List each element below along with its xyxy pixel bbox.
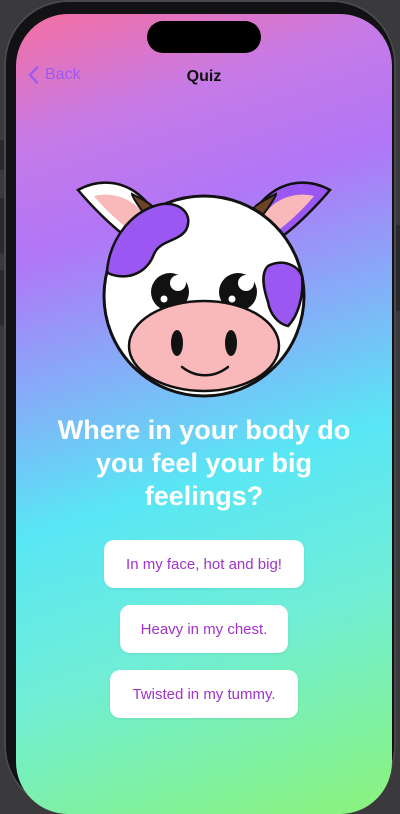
- phone-frame: Back Quiz Where in your body do you feel…: [4, 0, 396, 814]
- phone-device: Back Quiz Where in your body do you feel…: [0, 0, 400, 814]
- answer-button-face[interactable]: In my face, hot and big!: [104, 540, 304, 588]
- dynamic-island: [147, 21, 261, 53]
- cow-illustration: [76, 181, 332, 398]
- answer-button-tummy[interactable]: Twisted in my tummy.: [110, 670, 298, 718]
- page-title: Quiz: [186, 68, 222, 85]
- navigation-bar: Back Quiz: [16, 64, 392, 92]
- app-screen: Back Quiz Where in your body do you feel…: [16, 14, 392, 814]
- power-button: [396, 225, 400, 311]
- answer-button-chest[interactable]: Heavy in my chest.: [120, 605, 288, 653]
- quiz-question: Where in your body do you feel your big …: [57, 415, 351, 511]
